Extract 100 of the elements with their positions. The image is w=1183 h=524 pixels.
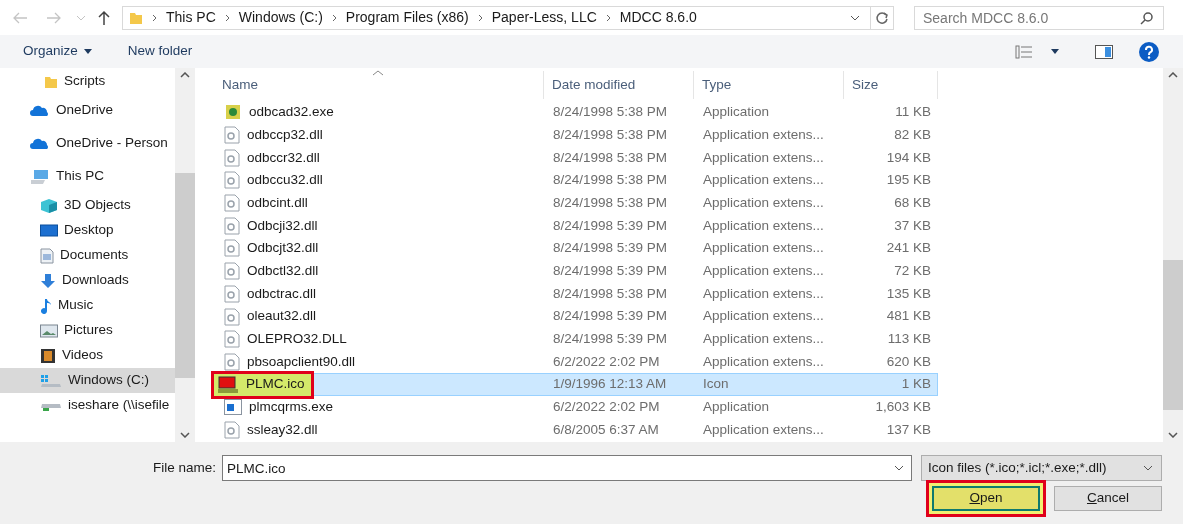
file-row[interactable]: Odbcjt32.dll 8/24/1998 5:39 PM Application extens... 241 KB [214, 237, 938, 260]
scrollbar[interactable] [175, 68, 195, 442]
chevron-down-icon[interactable] [850, 14, 860, 21]
breadcrumb[interactable]: This PC [166, 7, 216, 28]
drive-icon [40, 373, 62, 388]
file-row[interactable]: odbctrac.dll 8/24/1998 5:38 PM Application extens... 135 KB [214, 282, 938, 306]
file-row[interactable]: Odbcji32.dll 8/24/1998 5:39 PM Application extens... 37 KB [214, 214, 938, 238]
type-cell-text: Application [702, 103, 771, 122]
cloud-icon [30, 137, 50, 150]
file-row[interactable]: pbsoapclient90.dll 6/2/2022 2:02 PM Application extens... 620 KB [214, 350, 938, 374]
caret-icon[interactable] [1051, 49, 1059, 54]
sidebar-item[interactable]: Windows (C:) [0, 368, 175, 393]
sidebar-item[interactable]: This PC [0, 160, 175, 193]
file-row[interactable]: odbccr32.dll 8/24/1998 5:38 PM Application extens... 194 KB [214, 146, 938, 170]
file-name-field[interactable]: PLMC.ico [222, 455, 912, 481]
column-header[interactable]: Type [694, 71, 844, 99]
sidebar-item[interactable]: Pictures [0, 318, 175, 343]
file-row[interactable]: oleaut32.dll 8/24/1998 5:39 PM Application extens... 481 KB [214, 305, 938, 328]
breadcrumb[interactable]: Paper-Less, LLC [491, 7, 597, 28]
file-row[interactable]: odbcad32.exe 8/24/1998 5:38 PM Application 11 KB [214, 101, 938, 124]
type-cell-text: Application extens... [702, 262, 825, 281]
file-row[interactable]: Odbctl32.dll 8/24/1998 5:39 PM Application extens... 72 KB [214, 259, 938, 283]
chevron-right-icon [224, 13, 230, 22]
search-icon [1140, 10, 1154, 25]
address-bar[interactable]: This PC Windows (C:) Program Files (x86) Paper-Less, LLC MDCC 8.6.0 [122, 5, 894, 30]
sidebar-item[interactable]: iseshare (\\isefile [0, 393, 175, 418]
file-name: odbcad32.exe [249, 103, 334, 122]
file-name: PLMC.ico [246, 375, 305, 394]
new-folder-button[interactable]: New folder [127, 41, 193, 62]
organize-button[interactable]: Organize [23, 41, 92, 62]
breadcrumb[interactable]: MDCC 8.6.0 [619, 7, 697, 28]
sidebar-item[interactable]: Scripts [0, 69, 175, 94]
file-row[interactable]: odbccu32.dll 8/24/1998 5:38 PM Application extens... 195 KB [214, 169, 938, 192]
size-cell-text: 113 KB [886, 330, 932, 349]
window-icon [224, 399, 242, 416]
scrollbar-thumb[interactable] [1163, 260, 1183, 410]
scrollbar-thumb[interactable] [175, 172, 195, 378]
date-cell-text: 8/24/1998 5:39 PM [552, 307, 669, 326]
size-cell-text: 11 KB [894, 103, 932, 122]
sidebar-item[interactable]: Videos [0, 343, 175, 368]
date-cell-text: 6/2/2022 2:02 PM [552, 352, 661, 371]
type-cell-text: Application extens... [702, 352, 825, 371]
document-icon [40, 247, 54, 264]
date-cell-text: 8/24/1998 5:39 PM [552, 330, 669, 349]
sort-caret-icon [372, 70, 384, 76]
date-cell-text: 8/24/1998 5:39 PM [552, 262, 669, 281]
date-cell-text: 8/24/1998 5:38 PM [552, 125, 669, 144]
file-row[interactable]: plmcqrms.exe 6/2/2022 2:02 PM Application 1,603 KB [214, 395, 938, 419]
monitor-icon [217, 375, 239, 394]
sidebar-item[interactable]: 3D Objects [0, 193, 175, 218]
settings-file-icon [224, 194, 240, 213]
scrollbar[interactable] [1163, 68, 1183, 442]
type-cell-text: Application extens... [702, 216, 825, 235]
cancel-button[interactable]: Cancel [1054, 486, 1162, 511]
folder-icon [44, 74, 58, 89]
type-cell-text: Application extens... [702, 239, 825, 258]
up-arrow-icon[interactable] [98, 9, 110, 26]
date-cell-text: 8/24/1998 5:38 PM [552, 148, 669, 167]
file-name: ssleay32.dll [247, 420, 318, 439]
breadcrumb[interactable]: Windows (C:) [238, 7, 323, 28]
date-cell-text: 8/24/1998 5:38 PM [552, 193, 669, 212]
column-header[interactable]: Name [214, 71, 544, 99]
file-type-dropdown[interactable]: Icon files (*.ico;*.icl;*.exe;*.dll) [921, 455, 1162, 481]
refresh-icon[interactable] [875, 10, 889, 25]
file-row[interactable]: ssleay32.dll 6/8/2005 6:37 AM Application extens... 137 KB [214, 418, 938, 442]
size-cell-text: 241 KB [885, 239, 932, 258]
search-field[interactable]: Search MDCC 8.6.0 [914, 5, 1164, 30]
file-row[interactable]: OLEPRO32.DLL 8/24/1998 5:39 PM Application extens... 113 KB [214, 327, 938, 351]
preview-pane-icon[interactable] [1095, 44, 1113, 59]
chevron-up-icon[interactable] [180, 72, 190, 78]
file-name: oleaut32.dll [247, 307, 317, 326]
size-cell-text: 195 KB [885, 171, 932, 190]
desktop-icon [40, 223, 58, 238]
size-cell-text: 620 KB [885, 352, 932, 371]
help-icon[interactable] [1139, 41, 1159, 62]
caret-icon [83, 49, 92, 54]
column-header[interactable]: Size [844, 71, 938, 99]
breadcrumb[interactable]: Program Files (x86) [345, 7, 469, 28]
file-name: odbctrac.dll [247, 284, 317, 303]
column-header[interactable]: Date modified [544, 71, 694, 99]
file-row[interactable]: odbcint.dll 8/24/1998 5:38 PM Application extens... 68 KB [214, 191, 938, 215]
size-cell-text: 135 KB [885, 284, 932, 303]
chevron-up-icon[interactable] [1168, 72, 1178, 78]
sidebar-item[interactable]: Desktop [0, 218, 175, 243]
sidebar-item[interactable]: OneDrive [0, 94, 175, 127]
settings-file-icon [224, 148, 240, 167]
chevron-down-icon[interactable] [180, 432, 190, 438]
file-name: Odbctl32.dll [247, 262, 319, 281]
sidebar-item[interactable]: Documents [0, 243, 175, 268]
sidebar-item[interactable]: OneDrive - Person [0, 127, 175, 160]
chevron-down-icon[interactable] [1168, 432, 1178, 438]
file-row[interactable]: PLMC.ico 1/9/1996 12:13 AM Icon 1 KB [214, 373, 938, 396]
chevron-down-icon [1143, 465, 1153, 471]
chevron-down-icon[interactable] [894, 465, 904, 471]
sidebar-item[interactable]: Music [0, 293, 175, 318]
file-row[interactable]: odbccp32.dll 8/24/1998 5:38 PM Application extens... 82 KB [214, 123, 938, 147]
chevron-right-icon [605, 13, 611, 22]
sidebar-item[interactable]: Downloads [0, 268, 175, 293]
settings-file-icon [224, 216, 240, 235]
date-cell-text: 8/24/1998 5:39 PM [552, 216, 669, 235]
